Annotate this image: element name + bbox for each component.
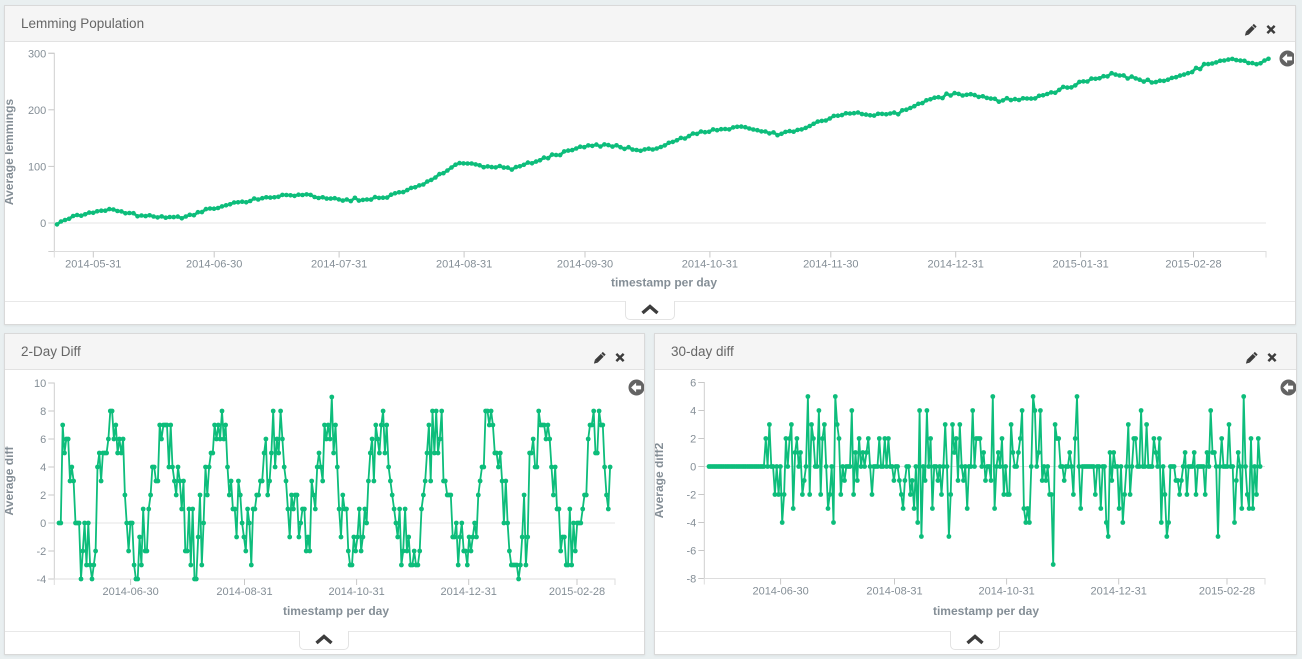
svg-text:Average diff2: Average diff2 — [655, 442, 666, 518]
svg-text:2014-12-31: 2014-12-31 — [441, 586, 497, 598]
svg-text:2014-06-30: 2014-06-30 — [102, 586, 158, 598]
svg-text:Average lemmings: Average lemmings — [5, 99, 16, 206]
svg-text:6: 6 — [40, 434, 46, 446]
svg-text:-2: -2 — [687, 490, 697, 502]
svg-text:2014-10-31: 2014-10-31 — [978, 586, 1034, 598]
svg-text:-8: -8 — [687, 574, 697, 586]
svg-text:2014-06-30: 2014-06-30 — [186, 259, 242, 271]
svg-text:-2: -2 — [37, 546, 47, 558]
svg-text:0: 0 — [40, 218, 46, 230]
svg-text:2014-07-31: 2014-07-31 — [311, 259, 367, 271]
svg-text:2014-10-31: 2014-10-31 — [682, 259, 738, 271]
svg-text:2014-06-30: 2014-06-30 — [752, 586, 808, 598]
svg-text:2015-02-28: 2015-02-28 — [1199, 586, 1255, 598]
svg-text:timestamp per day: timestamp per day — [283, 604, 389, 618]
svg-text:2014-08-31: 2014-08-31 — [866, 586, 922, 598]
svg-text:0: 0 — [40, 518, 46, 530]
svg-text:8: 8 — [40, 406, 46, 418]
svg-text:0: 0 — [690, 462, 696, 474]
svg-text:300: 300 — [28, 48, 46, 60]
svg-text:2014-08-31: 2014-08-31 — [216, 586, 272, 598]
svg-text:10: 10 — [34, 378, 46, 390]
svg-text:100: 100 — [28, 161, 46, 173]
svg-text:2015-02-28: 2015-02-28 — [549, 586, 605, 598]
svg-text:2014-12-31: 2014-12-31 — [1091, 586, 1147, 598]
svg-text:2014-10-31: 2014-10-31 — [328, 586, 384, 598]
svg-text:2014-08-31: 2014-08-31 — [436, 259, 492, 271]
svg-text:2: 2 — [690, 434, 696, 446]
svg-text:-4: -4 — [687, 518, 697, 530]
svg-text:2014-11-30: 2014-11-30 — [803, 259, 858, 271]
svg-text:4: 4 — [690, 406, 696, 418]
svg-text:2014-09-30: 2014-09-30 — [557, 259, 613, 271]
svg-text:2: 2 — [40, 490, 46, 502]
svg-text:2014-05-31: 2014-05-31 — [65, 259, 121, 271]
svg-text:6: 6 — [690, 378, 696, 390]
svg-text:Average diff: Average diff — [5, 446, 16, 516]
svg-text:timestamp per day: timestamp per day — [933, 604, 1039, 618]
svg-text:2015-02-28: 2015-02-28 — [1165, 259, 1221, 271]
svg-text:2015-01-31: 2015-01-31 — [1052, 259, 1108, 271]
svg-text:2014-12-31: 2014-12-31 — [928, 259, 984, 271]
svg-text:-6: -6 — [687, 546, 697, 558]
svg-text:timestamp per day: timestamp per day — [611, 276, 717, 290]
svg-text:200: 200 — [28, 105, 46, 117]
svg-text:-4: -4 — [37, 574, 47, 586]
svg-text:4: 4 — [40, 462, 46, 474]
